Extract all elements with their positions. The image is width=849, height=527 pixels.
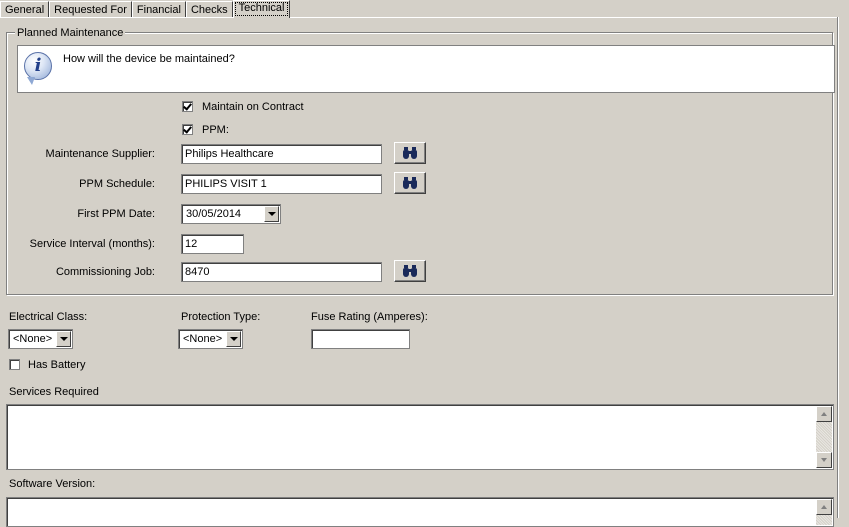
software-version-scrollbar[interactable] (816, 499, 832, 525)
tab-requested-for[interactable]: Requested For (49, 1, 132, 18)
scroll-down-icon[interactable] (816, 452, 832, 468)
tab-divider (0, 17, 838, 18)
maintain-on-contract-label: Maintain on Contract (202, 101, 304, 113)
binoculars-icon (403, 265, 417, 277)
scroll-up-icon[interactable] (816, 499, 832, 515)
first-ppm-date-value: 30/05/2014 (186, 208, 242, 220)
info-icon: i (24, 52, 52, 85)
maintenance-supplier-lookup-button[interactable] (394, 142, 426, 164)
maintain-on-contract-checkbox[interactable] (182, 101, 193, 112)
tab-technical[interactable]: Technical (232, 0, 291, 18)
has-battery-checkbox[interactable] (9, 359, 20, 370)
electrical-class-label: Electrical Class: (9, 311, 88, 323)
first-ppm-date-label: First PPM Date: (77, 208, 155, 220)
service-interval-input[interactable]: 12 (181, 234, 244, 254)
tab-general[interactable]: General (0, 1, 50, 18)
commissioning-job-input[interactable]: 8470 (181, 262, 382, 282)
tab-financial[interactable]: Financial (131, 1, 186, 18)
info-text: How will the device be maintained? (63, 53, 235, 65)
commissioning-job-lookup-button[interactable] (394, 260, 426, 282)
service-interval-label: Service Interval (months): (29, 238, 155, 250)
maintenance-supplier-input[interactable]: Philips Healthcare (181, 144, 382, 164)
binoculars-icon (403, 147, 417, 159)
ppm-checkbox[interactable] (182, 124, 193, 135)
services-required-label: Services Required (9, 386, 99, 398)
chevron-down-icon[interactable] (226, 331, 241, 347)
protection-type-label: Protection Type: (181, 311, 261, 323)
fuse-rating-label: Fuse Rating (Amperes): (311, 311, 428, 323)
ppm-schedule-lookup-button[interactable] (394, 172, 426, 194)
right-margin (839, 0, 849, 518)
electrical-class-select[interactable]: <None> (8, 329, 73, 349)
info-panel: i How will the device be maintained? (17, 45, 835, 93)
ppm-schedule-input[interactable]: PHILIPS VISIT 1 (181, 174, 382, 194)
protection-type-value: <None> (183, 333, 223, 345)
planned-maintenance-title: Planned Maintenance (15, 27, 126, 39)
commissioning-job-label: Commissioning Job: (55, 266, 155, 278)
software-version-label: Software Version: (9, 478, 96, 490)
maintenance-supplier-label: Maintenance Supplier: (45, 148, 155, 160)
has-battery-label: Has Battery (28, 359, 86, 371)
binoculars-icon (403, 177, 417, 189)
tab-checks[interactable]: Checks (185, 1, 233, 18)
protection-type-select[interactable]: <None> (178, 329, 243, 349)
fuse-rating-input[interactable] (311, 329, 410, 349)
panel-right-edge (837, 17, 839, 518)
ppm-label: PPM: (202, 124, 229, 136)
services-required-textarea[interactable] (6, 404, 834, 470)
chevron-down-icon[interactable] (264, 206, 279, 222)
first-ppm-date-picker[interactable]: 30/05/2014 (181, 204, 281, 224)
software-version-textarea[interactable] (6, 497, 834, 527)
services-required-scrollbar[interactable] (816, 406, 832, 468)
chevron-down-icon[interactable] (56, 331, 71, 347)
tab-strip: General Requested For Financial Checks T… (0, 0, 291, 18)
electrical-class-value: <None> (13, 333, 53, 345)
scroll-up-icon[interactable] (816, 406, 832, 422)
ppm-schedule-label: PPM Schedule: (79, 178, 155, 190)
